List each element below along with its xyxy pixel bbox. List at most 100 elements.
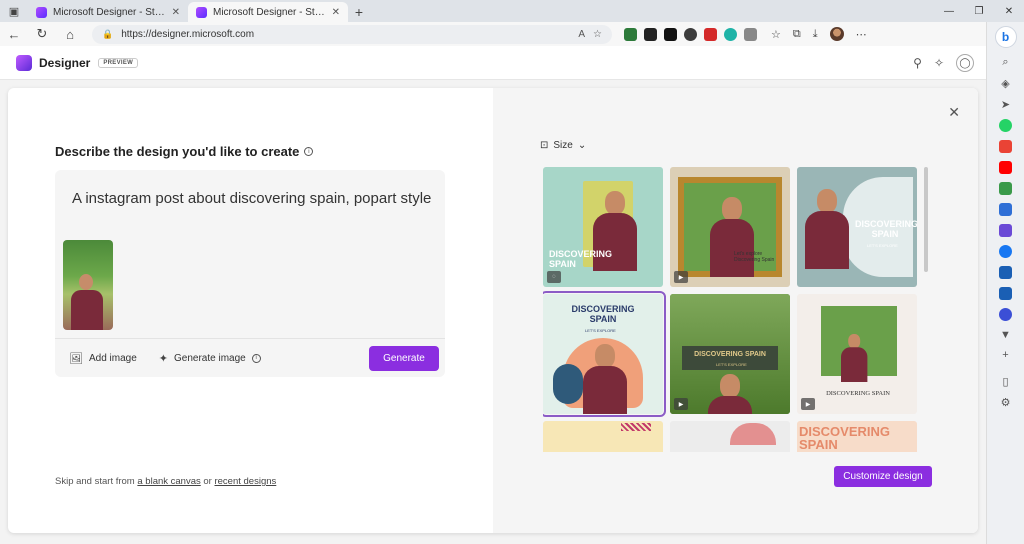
design-card[interactable] (543, 421, 663, 452)
collections-icon[interactable]: ⧉ (793, 28, 801, 41)
design-results-grid: DISCOVERING SPAIN ◌ Let's explore Discov… (543, 167, 925, 452)
favorites-icon[interactable]: ☆ (771, 28, 781, 41)
card-title: DISCOVERING SPAIN (694, 351, 766, 358)
restore-icon[interactable]: ❐ (964, 0, 994, 22)
prompt-heading-text: Describe the design you'd like to create (55, 144, 300, 159)
extensions-puzzle-icon[interactable] (744, 27, 757, 41)
extension-icon[interactable] (684, 27, 697, 41)
app-icon[interactable] (999, 287, 1012, 300)
extension-icon[interactable] (664, 27, 677, 41)
card-person (583, 344, 627, 414)
info-icon[interactable]: i (304, 147, 314, 156)
card-person (841, 334, 868, 382)
results-pane: ✕ ⊡ Size ⌄ DISCOVERING SPAIN ◌ Let's exp… (493, 88, 978, 533)
youtube-icon[interactable] (999, 161, 1012, 174)
bing-chat-icon[interactable]: b (994, 26, 1017, 48)
share-link-icon[interactable]: ⚲ (913, 56, 922, 70)
minimize-icon[interactable]: — (934, 0, 964, 22)
card-subtitle: LET'S EXPLORE (867, 243, 898, 248)
lock-icon[interactable]: 🔒 (102, 29, 113, 40)
card-title: DISCOVERING SPAIN (571, 304, 635, 324)
recent-designs-link[interactable]: recent designs (214, 476, 276, 487)
address-bar[interactable]: 🔒 https://designer.microsoft.com A ☆ (92, 24, 612, 44)
blank-canvas-link[interactable]: a blank canvas (137, 476, 200, 487)
tab-title: Microsoft Designer - Stunning de (53, 6, 166, 18)
extension-icon[interactable] (624, 27, 637, 41)
loading-icon: ◌ (547, 271, 561, 283)
extension-icon[interactable] (724, 27, 737, 41)
app-icon[interactable] (999, 266, 1012, 279)
search-icon[interactable]: ⌕ (1002, 56, 1008, 69)
app-icon[interactable] (999, 308, 1012, 321)
card-subtitle: Let's explore Discovering Spain (734, 251, 775, 263)
close-dialog-icon[interactable]: ✕ (948, 104, 960, 121)
card-person (710, 197, 754, 277)
browser-tab-1[interactable]: Microsoft Designer - Stunning de ✕ (28, 2, 188, 22)
prompt-box[interactable]: A instagram post about discovering spain… (55, 170, 445, 377)
design-card-selected[interactable]: DISCOVERING SPAIN LET'S EXPLORE (543, 291, 666, 417)
design-card[interactable]: DISCOVERING SPAIN ▶ (797, 294, 917, 414)
settings-gear-icon[interactable]: ⚙ (1001, 396, 1011, 409)
card-title: DISCOVERING SPAIN (826, 390, 890, 397)
generate-button[interactable]: Generate (369, 346, 439, 371)
send-icon[interactable]: ➤ (1001, 98, 1010, 111)
home-icon[interactable]: ⌂ (56, 22, 84, 46)
read-aloud-icon[interactable]: A (578, 29, 585, 40)
magic-wand-icon[interactable]: ✧ (934, 56, 944, 70)
designer-favicon-icon (36, 6, 47, 18)
design-card[interactable] (670, 421, 790, 452)
downloads-icon[interactable]: ⤓ (813, 28, 818, 41)
header-actions: ⚲ ✧ ◯ (913, 46, 974, 80)
app-icon[interactable] (999, 182, 1012, 195)
more-menu-icon[interactable]: ⋯ (856, 28, 867, 41)
resize-icon: ⊡ (540, 140, 549, 151)
info-icon[interactable]: i (251, 353, 261, 363)
design-card[interactable]: DISCOVERING SPAIN LET'S EXPLORE (797, 167, 917, 287)
prompt-input[interactable]: A instagram post about discovering spain… (72, 188, 432, 210)
generate-image-button[interactable]: ✦ Generate image i (159, 352, 261, 365)
profile-avatar[interactable] (829, 27, 844, 41)
size-dropdown[interactable]: ⊡ Size ⌄ (540, 140, 586, 151)
gmail-icon[interactable] (999, 140, 1012, 153)
close-tab-icon[interactable]: ✕ (172, 7, 180, 18)
card-title: DISCOVERING SPAIN (549, 249, 613, 269)
chevron-down-icon[interactable]: ▼ (1000, 329, 1011, 341)
card-pattern (621, 423, 651, 431)
app-icon[interactable] (999, 203, 1012, 216)
close-tab-icon[interactable]: ✕ (332, 7, 340, 18)
back-icon[interactable]: ← (0, 22, 28, 46)
sidebar-layout-icon[interactable]: ▯ (1002, 375, 1008, 388)
preview-badge: PREVIEW (98, 57, 139, 68)
extension-icon[interactable] (644, 27, 657, 41)
extension-icon[interactable] (704, 27, 717, 41)
brand-name: Designer (39, 55, 91, 70)
skip-prefix: Skip and start from (55, 476, 135, 487)
design-card[interactable]: DISCOVERING SPAIN LET'S EXPLORE ▶ (670, 294, 790, 414)
tab-actions-icon[interactable]: ▣ (0, 0, 28, 22)
card-person (805, 189, 849, 269)
skip-text: Skip and start from a blank canvas or re… (55, 476, 276, 487)
app-icon[interactable] (999, 224, 1012, 237)
close-window-icon[interactable]: ✕ (994, 0, 1024, 22)
design-card[interactable]: Let's explore Discovering Spain ▶ (670, 167, 790, 287)
video-play-icon: ▶ (674, 398, 688, 410)
shopping-icon[interactable]: ◈ (1001, 77, 1009, 90)
results-scrollbar[interactable] (924, 167, 928, 272)
design-card[interactable]: DISCOVERING SPAIN ◌ (543, 167, 663, 287)
design-card[interactable]: DISCOVERING SPAIN (797, 421, 917, 452)
uploaded-image-thumbnail[interactable] (63, 240, 113, 330)
whatsapp-icon[interactable] (999, 119, 1012, 132)
facebook-icon[interactable] (999, 245, 1012, 258)
browser-tab-2[interactable]: Microsoft Designer - Stunning de ✕ (188, 2, 348, 22)
video-play-icon: ▶ (674, 271, 688, 283)
add-icon[interactable]: + (1002, 349, 1008, 361)
add-image-button[interactable]: 🖼 Add image (69, 352, 137, 365)
refresh-icon[interactable]: ↻ (28, 22, 56, 46)
favorite-star-icon[interactable]: ☆ (593, 29, 602, 40)
size-label: Size (553, 140, 573, 151)
tab-title: Microsoft Designer - Stunning de (213, 6, 326, 18)
address-toolbar: ← ↻ ⌂ 🔒 https://designer.microsoft.com A… (0, 22, 1024, 46)
new-tab-button[interactable]: + (348, 2, 370, 22)
customize-design-button[interactable]: Customize design (834, 466, 932, 487)
account-icon[interactable]: ◯ (956, 54, 974, 72)
